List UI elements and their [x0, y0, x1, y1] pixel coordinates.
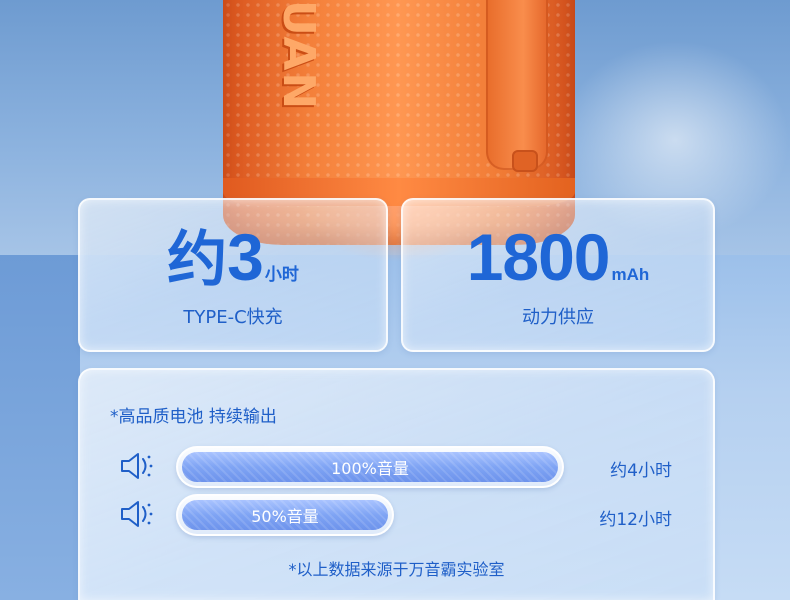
volume-50-label: 50%音量: [251, 507, 319, 526]
battery-capacity-subtitle: 动力供应: [522, 307, 594, 328]
volume-100-bar: 100%音量: [176, 446, 564, 488]
background-wall-shadow: [0, 255, 80, 600]
speaker-volume-icon: [118, 449, 156, 483]
speaker-volume-icon: [118, 497, 156, 531]
charging-time-stat: 约 3 小时: [78, 222, 388, 295]
volume-50-bar: 50%音量: [176, 494, 394, 536]
speaker-side-panel: [486, 0, 548, 170]
battery-capacity-number: 1800: [466, 220, 611, 294]
speaker-panel-notch: [512, 150, 538, 172]
charging-time-unit: 小时: [264, 265, 299, 284]
volume-100-time: 约4小时: [610, 461, 672, 481]
charging-time-subtitle: TYPE-C快充: [183, 307, 283, 328]
charging-time-number: 3: [227, 220, 264, 294]
data-source-footnote: *以上数据来源于万音霸实验室: [288, 560, 505, 579]
battery-capacity-unit: mAh: [611, 265, 650, 284]
speaker-logo: UAN: [273, 0, 324, 112]
volume-100-label: 100%音量: [331, 459, 409, 478]
battery-life-title: *高品质电池 持续输出: [110, 407, 277, 427]
charging-time-prefix: 约: [167, 225, 228, 295]
battery-capacity-stat: 1800 mAh: [401, 222, 715, 292]
volume-50-time: 约12小时: [599, 510, 672, 530]
